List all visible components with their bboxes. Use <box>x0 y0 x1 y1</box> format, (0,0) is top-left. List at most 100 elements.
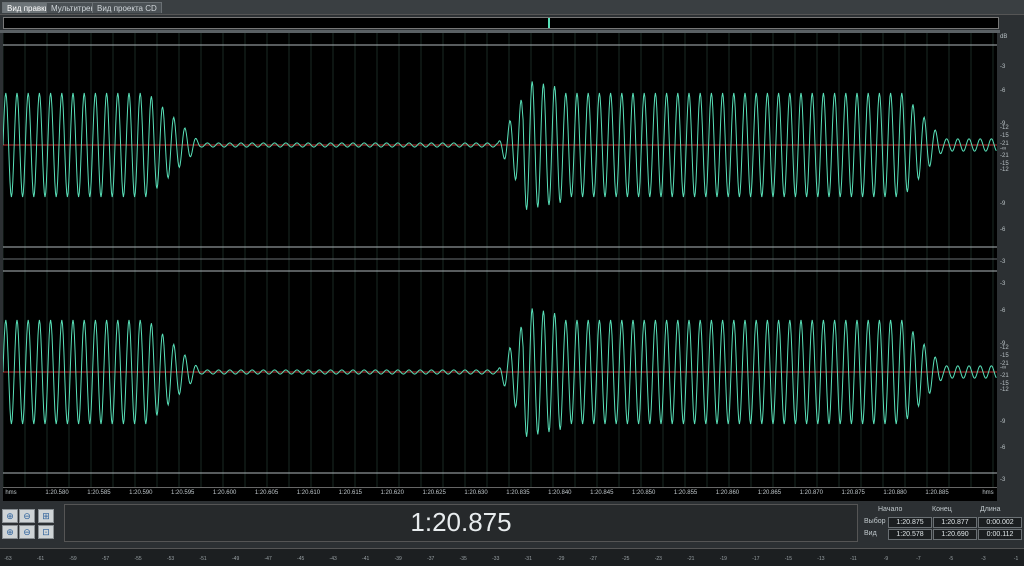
db-label-lower: -3 <box>1000 281 1006 287</box>
level-meter-label: -45 <box>297 556 305 562</box>
header-length: Длина <box>980 506 1001 513</box>
ruler-tick-label: 1:20.840 <box>548 490 572 496</box>
overview-position-marker[interactable] <box>548 18 550 28</box>
ruler-tick-label: 1:20.845 <box>590 490 614 496</box>
row-label-view: Вид <box>864 530 877 537</box>
selection-end-field[interactable]: 1:20.877 <box>933 517 977 528</box>
ruler-tick-label: 1:20.870 <box>799 490 823 496</box>
row-label-selection: Выбор <box>864 518 886 525</box>
level-meter-label: -51 <box>199 556 207 562</box>
tab-cd-project[interactable]: Вид проекта CD <box>92 2 162 13</box>
db-label-upper: -3 <box>1000 64 1006 70</box>
level-meter-label: -11 <box>849 556 857 562</box>
ruler-tick-label: 1:20.580 <box>45 490 69 496</box>
level-meter-label: -1 <box>1013 556 1019 562</box>
db-label-lower: -21 <box>1000 373 1009 379</box>
ruler-tick-label: 1:20.620 <box>380 490 404 496</box>
ruler-tick-label: 1:20.600 <box>212 490 237 496</box>
db-label-lower: -12 <box>1000 345 1009 351</box>
level-meter-label: -31 <box>524 556 532 562</box>
upper-channel-waveform <box>2 81 997 210</box>
db-label-upper: -15 <box>1000 133 1009 139</box>
db-label-upper: -12 <box>1000 125 1009 131</box>
header-end: Конец <box>932 506 952 513</box>
db-label-upper: -6 <box>1000 88 1006 94</box>
ruler-tick-label: 1:20.865 <box>757 490 782 496</box>
level-meter-label: -35 <box>459 556 467 562</box>
level-meter: -63 -61 -59 -57 -55 -53 -51 -49 -47 -45 -43 -41 -39 -… <box>0 548 1024 566</box>
ruler-tick-label: 1:20.615 <box>338 490 363 496</box>
level-meter-label: -57 <box>101 556 110 562</box>
db-label-upper: -9 <box>1000 201 1006 207</box>
ruler-tick-label: 1:20.835 <box>506 490 530 496</box>
zoom-selection-icon[interactable]: ⊡ <box>38 525 54 539</box>
db-label-upper: -∞ <box>1000 146 1007 152</box>
ruler-tick-label: 1:20.875 <box>841 490 865 496</box>
ruler-tick-label: 1:20.855 <box>673 490 698 496</box>
view-end-field[interactable]: 1:20.690 <box>933 529 977 540</box>
selection-view-panel: Начало Конец Длина Выбор 1:20.875 1:20.8… <box>862 505 1024 543</box>
db-label-lower: -15 <box>1000 353 1009 359</box>
level-meter-label: -53 <box>166 556 175 562</box>
db-scale: dB -3 -6 -9 -12 -15 -21 -∞ -21 -15 -12 -9 -6 -3 -3 -6… <box>997 33 1024 487</box>
level-meter-label: -39 <box>394 556 402 562</box>
level-meter-label: -13 <box>817 556 825 562</box>
view-start-field[interactable]: 1:20.578 <box>888 529 932 540</box>
level-meter-label: -7 <box>916 556 921 562</box>
level-meter-label: -63 <box>4 556 12 562</box>
level-meter-label: -37 <box>427 556 435 562</box>
level-meter-label: -27 <box>589 556 597 562</box>
lower-channel-waveform <box>2 308 997 437</box>
waveform-canvas[interactable] <box>2 33 997 487</box>
ruler-tick-label: 1:20.625 <box>422 490 446 496</box>
level-meter-label: -17 <box>752 556 760 562</box>
ruler-tick-label: 1:20.610 <box>296 490 321 496</box>
level-meter-label: -29 <box>557 556 565 562</box>
ruler-unit-right: hms <box>982 490 994 496</box>
ruler-unit-left: hms <box>5 490 17 496</box>
level-meter-label: -55 <box>134 556 142 562</box>
level-meter-label: -15 <box>784 556 792 562</box>
level-meter-label: -61 <box>36 556 45 562</box>
view-length-field[interactable]: 0:00.112 <box>978 529 1022 540</box>
level-meter-label: -43 <box>329 556 337 562</box>
db-label-upper: -6 <box>1000 227 1006 233</box>
selection-length-field[interactable]: 0:00.002 <box>978 517 1022 528</box>
zoom-out-vertical-icon[interactable]: ⊖ <box>19 525 35 539</box>
level-meter-label: -25 <box>622 556 630 562</box>
db-label-lower: -∞ <box>1000 365 1007 371</box>
header-start: Начало <box>878 506 903 513</box>
level-meter-label: -33 <box>492 556 500 562</box>
ruler-tick-label: 1:20.590 <box>129 490 153 496</box>
level-meter-label: -21 <box>687 556 695 562</box>
db-label-lower: -12 <box>1000 387 1009 393</box>
zoom-in-horizontal-icon[interactable]: ⊕ <box>2 509 18 523</box>
db-label-upper: -3 <box>1000 259 1006 265</box>
zoom-out-horizontal-icon[interactable]: ⊖ <box>19 509 35 523</box>
ruler-tick-label: 1:20.850 <box>631 490 656 496</box>
zoom-in-vertical-icon[interactable]: ⊕ <box>2 525 18 539</box>
ruler-tick-label: 1:20.585 <box>87 490 111 496</box>
db-label-lower: -3 <box>1000 477 1006 483</box>
waveform-display[interactable] <box>2 33 997 487</box>
level-meter-label: -41 <box>362 556 370 562</box>
level-meter-label: -19 <box>719 556 727 562</box>
level-meter-label: -9 <box>883 556 889 562</box>
level-meter-label: -23 <box>654 556 662 562</box>
overview-bar[interactable] <box>3 17 999 29</box>
level-meter-label: -49 <box>231 556 240 562</box>
db-label-upper: -12 <box>1000 167 1009 173</box>
db-label-lower: -9 <box>1000 419 1006 425</box>
selection-start-field[interactable]: 1:20.875 <box>888 517 932 528</box>
level-meter-label: -3 <box>981 556 986 562</box>
ruler-tick-label: 1:20.595 <box>171 490 195 496</box>
db-label-lower: -6 <box>1000 445 1006 451</box>
db-label-upper: -21 <box>1000 153 1009 159</box>
time-ruler[interactable]: hms hms 1:20.580 1:20.585 1:20.590 1:20.595… <box>3 487 997 501</box>
zoom-full-icon[interactable]: ⊞ <box>38 509 54 523</box>
tab-bar: Вид правки Мультитрек Вид проекта CD <box>0 0 1024 15</box>
ruler-tick-label: 1:20.605 <box>254 490 279 496</box>
ruler-tick-label: 1:20.860 <box>715 490 740 496</box>
db-unit-label: dB <box>1000 34 1008 40</box>
ruler-tick-label: 1:20.630 <box>464 490 488 496</box>
